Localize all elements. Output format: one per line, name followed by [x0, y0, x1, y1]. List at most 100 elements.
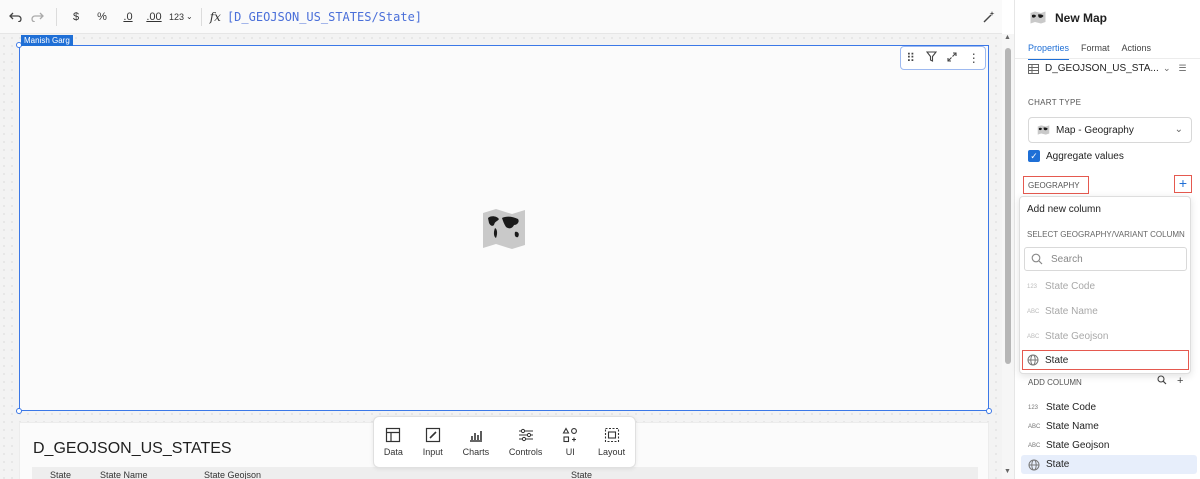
map-icon — [1030, 11, 1046, 24]
dropdown-option[interactable]: ABC State Name — [1027, 306, 1098, 317]
aggregate-values-toggle[interactable]: ✓ Aggregate values — [1028, 150, 1124, 162]
chart-type-select[interactable]: Map - Geography ⌄ — [1028, 117, 1192, 143]
table-icon — [1028, 63, 1039, 74]
layout-icon — [604, 427, 619, 443]
toolbar-divider — [200, 7, 202, 26]
percent-format-button[interactable]: % — [91, 5, 113, 29]
scrollbar-thumb[interactable] — [1005, 48, 1011, 364]
resize-handle[interactable] — [16, 408, 22, 414]
data-element-label: Data — [383, 447, 403, 457]
add-new-column-option[interactable]: Add new column — [1027, 204, 1101, 215]
owner-tag: Manish Garg — [21, 35, 73, 46]
layout-element-button[interactable]: Layout — [598, 427, 625, 457]
table-title: D_GEOJSON_US_STATES — [33, 440, 232, 457]
list-item[interactable]: ABC State Geojson — [1021, 436, 1197, 455]
option-label: State Code — [1045, 281, 1096, 292]
expand-button[interactable] — [947, 51, 957, 65]
globe-icon — [1027, 354, 1039, 366]
element-title[interactable]: New Map — [1055, 11, 1107, 25]
table-header-cell[interactable]: State Geojson — [200, 467, 567, 479]
charts-element-label: Charts — [462, 447, 490, 457]
number-type-icon: 123 — [1027, 283, 1038, 290]
text-type-icon: ABC — [1028, 423, 1041, 430]
filter-button[interactable] — [925, 51, 937, 65]
expand-icon — [947, 52, 957, 62]
chevron-down-icon: ⌄ — [1174, 124, 1183, 135]
filter-icon — [925, 51, 937, 62]
increase-decimals-button[interactable]: .00 — [143, 5, 165, 29]
number-format-dropdown[interactable]: 123 ⌄ — [169, 5, 193, 29]
currency-format-button[interactable]: $ — [65, 5, 87, 29]
add-geography-button[interactable]: + — [1174, 175, 1192, 193]
text-type-icon: ABC — [1027, 308, 1040, 315]
undo-button[interactable] — [4, 5, 26, 29]
table-header-cell[interactable]: State Code — [32, 467, 96, 479]
table-header-cell[interactable]: State Name — [96, 467, 200, 479]
redo-icon — [30, 12, 44, 22]
text-type-icon: ABC — [1027, 333, 1040, 340]
chart-type-value: Map - Geography — [1056, 124, 1134, 136]
add-column-plus-icon[interactable]: + — [1177, 375, 1183, 388]
column-label: State — [1046, 459, 1070, 470]
formula-toolbar: $ % .0 .00 123 ⌄ fx [D_GEOJSON_US_STATES… — [0, 0, 1002, 34]
chart-type-label: CHART TYPE — [1028, 98, 1082, 107]
chevron-down-icon[interactable]: ⌄ — [1163, 63, 1171, 74]
chart-icon — [469, 431, 482, 442]
controls-element-button[interactable]: Controls — [509, 427, 542, 457]
map-icon — [1037, 125, 1050, 135]
more-options-button[interactable]: ⋮ — [968, 51, 980, 65]
scroll-up-icon[interactable]: ▲ — [1004, 34, 1011, 41]
magic-wand-button[interactable] — [978, 5, 1000, 29]
formula-input[interactable]: [D_GEOJSON_US_STATES/State] — [227, 10, 422, 24]
checkbox-checked-icon[interactable]: ✓ — [1028, 150, 1040, 162]
data-source-name: D_GEOJSON_US_STA... — [1045, 63, 1159, 74]
map-placeholder-icon — [483, 209, 525, 249]
dropdown-section-label: SELECT GEOGRAPHY/VARIANT COLUMN — [1027, 230, 1185, 239]
list-item[interactable]: State — [1021, 455, 1197, 474]
table-header-cell[interactable]: State — [567, 467, 767, 479]
column-label: State Geojson — [1046, 440, 1110, 451]
map-element[interactable]: ⠿ ⋮ — [16, 42, 992, 414]
drag-handle-icon[interactable]: ⠿ — [906, 51, 915, 65]
decrease-decimals-button[interactable]: .0 — [117, 5, 139, 29]
redo-button[interactable] — [26, 5, 48, 29]
dropdown-option[interactable]: ABC State Geojson — [1027, 331, 1108, 342]
element-toolbar: ⠿ ⋮ — [900, 46, 986, 70]
data-source-selector[interactable]: D_GEOJSON_US_STA... ⌄ ☰ — [1028, 63, 1187, 74]
layout-element-label: Layout — [598, 447, 626, 457]
dropdown-option[interactable]: 123 State Code — [1027, 281, 1095, 292]
list-item[interactable]: ABC State Name — [1021, 417, 1197, 436]
option-label: State Geojson — [1045, 331, 1109, 342]
scroll-down-icon[interactable]: ▼ — [1004, 468, 1011, 475]
source-actions: ⌄ ☰ — [1163, 63, 1187, 74]
chevron-down-icon: ⌄ — [186, 12, 193, 21]
search-icon[interactable] — [1157, 375, 1167, 388]
add-column-label: ADD COLUMN — [1028, 378, 1082, 387]
option-label: State Name — [1045, 306, 1098, 317]
dropdown-option-selected[interactable]: State — [1022, 350, 1189, 370]
input-table-icon — [425, 427, 440, 443]
search-icon — [1031, 253, 1043, 265]
charts-element-button[interactable]: Charts — [462, 427, 490, 457]
add-column-actions: + — [1157, 375, 1183, 388]
globe-icon — [1028, 459, 1040, 470]
search-placeholder: Search — [1051, 253, 1083, 265]
geography-column-dropdown: Add new column SELECT GEOGRAPHY/VARIANT … — [1019, 196, 1191, 374]
sliders-icon — [518, 428, 533, 442]
canvas-scrollbar[interactable]: ▲ ▼ — [1002, 34, 1014, 479]
data-element-button[interactable]: Data — [384, 427, 403, 457]
number-format-label: 123 — [169, 11, 185, 22]
input-element-label: Input — [422, 447, 443, 457]
list-icon[interactable]: ☰ — [1179, 63, 1187, 74]
text-type-icon: ABC — [1028, 442, 1041, 449]
column-search-input[interactable]: Search — [1024, 247, 1187, 271]
number-type-icon: 123 — [1028, 404, 1039, 411]
undo-icon — [8, 12, 22, 22]
app-root: $ % .0 .00 123 ⌄ fx [D_GEOJSON_US_STATES… — [0, 0, 1200, 479]
resize-handle[interactable] — [986, 408, 992, 414]
list-item[interactable]: 123 State Code — [1021, 398, 1197, 417]
ui-element-button[interactable]: UI — [562, 427, 578, 457]
geography-section-label: GEOGRAPHY — [1023, 176, 1089, 194]
input-element-button[interactable]: Input — [423, 427, 443, 457]
table-icon — [386, 427, 401, 443]
